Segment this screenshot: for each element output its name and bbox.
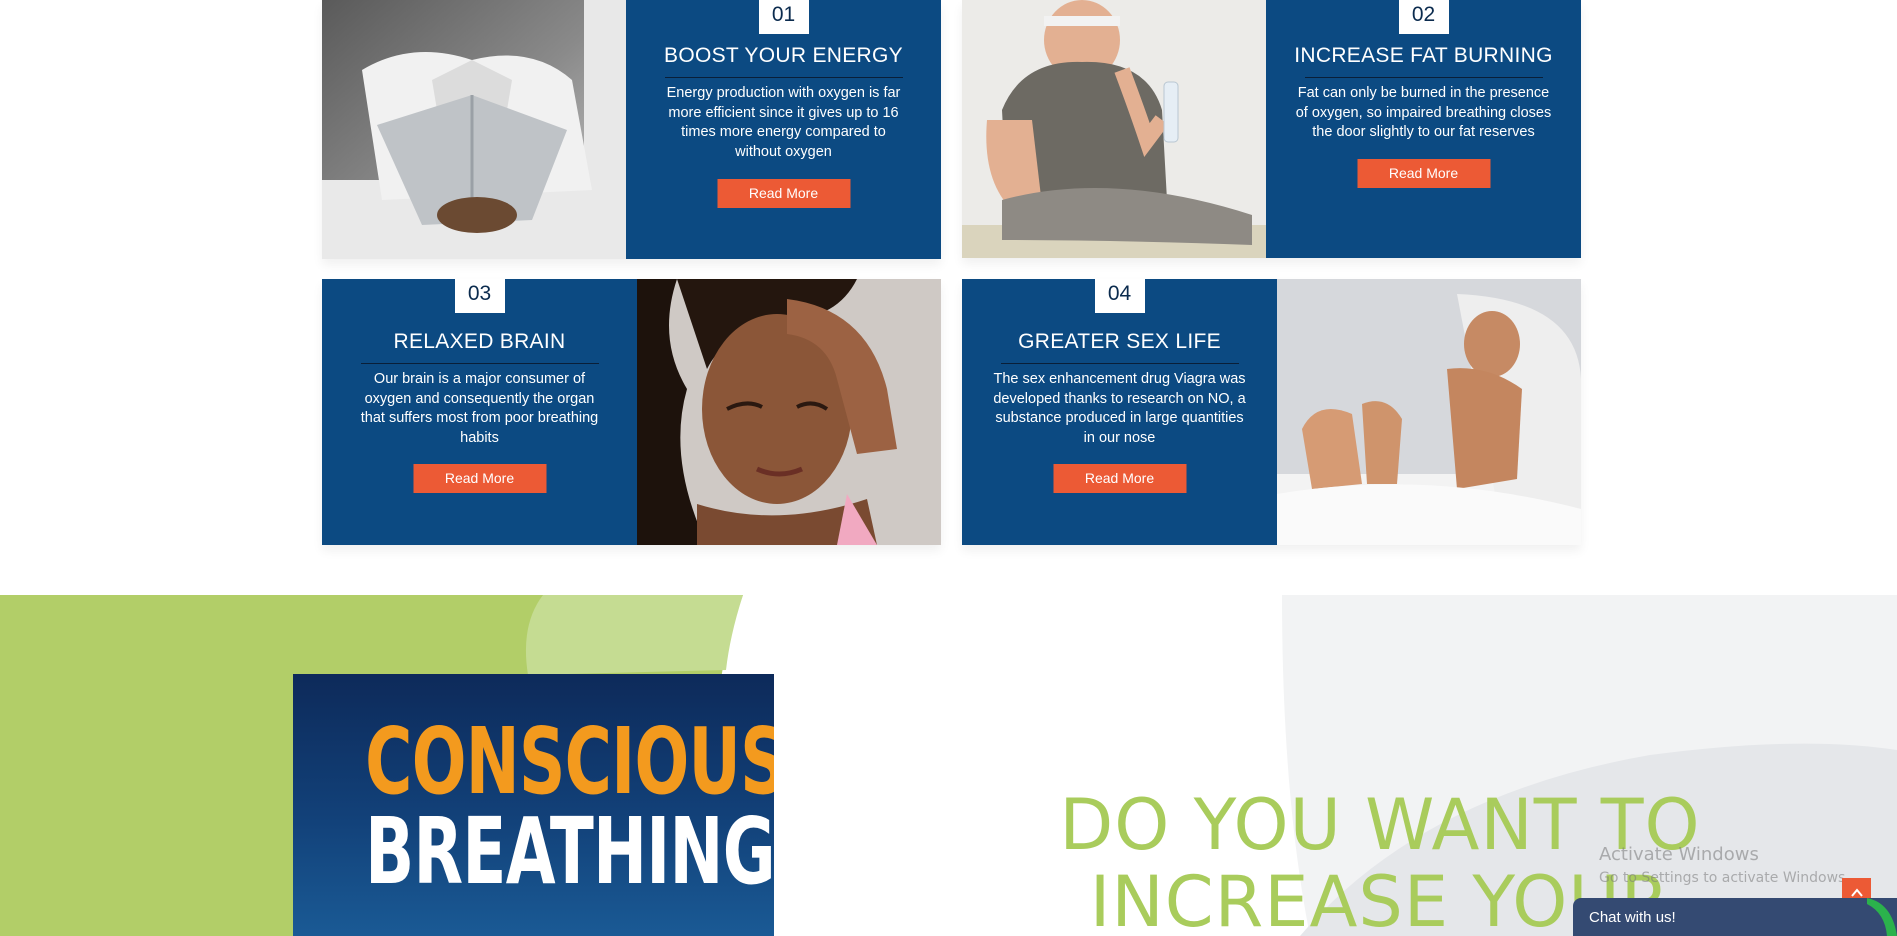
book-title-line-2: BREATHING (365, 798, 774, 905)
leaf-icon (1867, 898, 1897, 936)
card-panel-energy: 01 BOOST YOUR ENERGY Energy production w… (626, 0, 941, 259)
card-panel-relaxed-brain: 03 RELAXED BRAIN Our brain is a major co… (322, 279, 637, 545)
woman-hand-on-forehead-image (637, 279, 941, 545)
card-number-badge: 01 (758, 0, 809, 34)
feature-card-relaxed-brain: 03 RELAXED BRAIN Our brain is a major co… (322, 279, 941, 545)
card-description: Fat can only be burned in the presence o… (1295, 85, 1552, 140)
card-description: Our brain is a major consumer of oxygen … (360, 371, 599, 446)
man-in-bed-image (1277, 279, 1581, 545)
card-panel-fat-burning: 02 INCREASE FAT BURNING Fat can only be … (1266, 0, 1581, 258)
feature-card-fat-burning: 02 INCREASE FAT BURNING Fat can only be … (962, 0, 1581, 258)
read-more-button[interactable]: Read More (1357, 159, 1490, 188)
card-photo-sex-life (1277, 279, 1581, 545)
chat-label: Chat with us! (1589, 909, 1676, 926)
card-photo-fat-burning (962, 0, 1266, 258)
feature-card-energy: 01 BOOST YOUR ENERGY Energy production w… (322, 0, 941, 259)
read-more-button[interactable]: Read More (717, 179, 850, 208)
card-description: The sex enhancement drug Viagra was deve… (993, 371, 1246, 446)
card-title: INCREASE FAT BURNING (1294, 44, 1553, 67)
chat-widget-button[interactable]: Chat with us! (1573, 898, 1897, 936)
card-photo-energy (322, 0, 626, 259)
read-more-button[interactable]: Read More (413, 464, 546, 493)
windows-activation-title: Activate Windows (1599, 844, 1759, 865)
card-title: RELAXED BRAIN (393, 330, 566, 353)
card-photo-relaxed-brain (637, 279, 941, 545)
card-number-badge: 03 (454, 279, 505, 313)
card-title: BOOST YOUR ENERGY (664, 44, 903, 67)
card-panel-sex-life: 04 GREATER SEX LIFE The sex enhancement … (962, 279, 1277, 545)
card-divider (1304, 77, 1543, 78)
card-divider (360, 363, 599, 364)
card-title: GREATER SEX LIFE (1018, 330, 1221, 353)
book-cover-image: CONSCIOUS BREATHING (293, 674, 774, 936)
man-with-water-bottle-image (962, 0, 1266, 258)
card-divider (664, 77, 903, 78)
card-divider (1000, 363, 1239, 364)
card-description: Energy production with oxygen is far mor… (666, 85, 901, 160)
man-under-laptop-image (322, 0, 626, 259)
windows-activation-subtitle: Go to Settings to activate Windows. (1599, 870, 1850, 886)
card-number-badge: 04 (1094, 279, 1145, 313)
book-title-line-1: CONSCIOUS (365, 708, 774, 815)
read-more-button[interactable]: Read More (1053, 464, 1186, 493)
feature-card-sex-life: 04 GREATER SEX LIFE The sex enhancement … (962, 279, 1581, 545)
card-number-badge: 02 (1398, 0, 1449, 34)
